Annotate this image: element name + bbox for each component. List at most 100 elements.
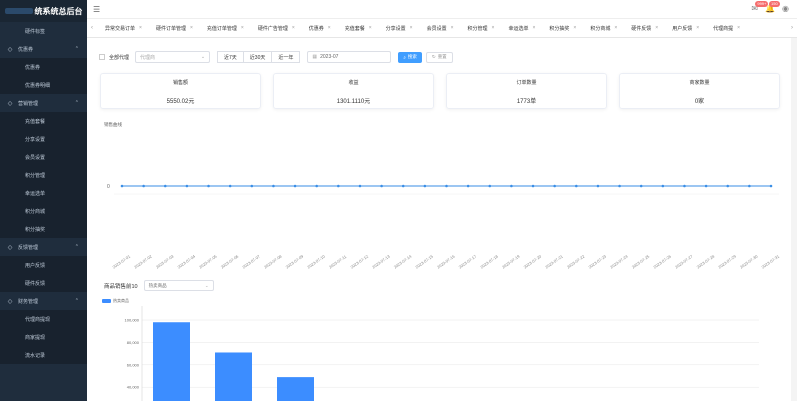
data-point[interactable] [120,184,124,188]
tab[interactable]: 充值套餐 × [337,19,378,37]
data-point[interactable] [488,184,492,188]
close-icon[interactable]: × [139,25,142,31]
close-icon[interactable]: × [410,25,413,31]
data-point[interactable] [704,184,708,188]
tab[interactable]: 用户反馈 × [664,19,705,37]
data-point[interactable] [142,184,145,188]
data-point[interactable] [423,184,427,188]
data-point[interactable] [185,184,189,188]
tab-scroll-right-icon[interactable]: › [787,25,797,31]
range-30-button[interactable]: 近30天 [243,51,273,63]
close-icon[interactable]: × [614,25,617,31]
sidebar-item[interactable]: 硬件反馈 [0,274,87,292]
close-icon[interactable]: × [573,25,576,31]
tab[interactable]: 优惠券 × [301,19,337,37]
data-point[interactable] [596,184,600,188]
data-point[interactable] [358,184,362,188]
tab[interactable]: 硬件反馈 × [623,19,664,37]
sidebar-item[interactable]: 积分抽奖 [0,220,87,238]
bar[interactable] [215,352,252,401]
sidebar-group[interactable]: ◇ 营销管理 ⌃ [0,94,87,112]
tab[interactable]: 硬件广告管理 × [250,19,301,37]
tab[interactable]: 分享设置 × [378,19,419,37]
sidebar-item[interactable]: 积分商城 [0,202,87,220]
sidebar-item[interactable]: 优惠券 [0,58,87,76]
hamburger-icon[interactable]: ☰ [93,5,100,14]
data-point[interactable] [272,184,275,188]
page-scrollbar[interactable] [791,38,797,401]
tab[interactable]: 异常交易订单 × [97,19,148,37]
data-point[interactable] [661,184,665,188]
close-icon[interactable]: × [492,25,495,31]
sidebar-item[interactable]: 用户反馈 [0,256,87,274]
close-icon[interactable]: × [369,25,372,31]
data-point[interactable] [207,184,210,188]
data-point[interactable] [228,184,232,188]
search-button[interactable]: ⌕ 搜索 [398,51,422,63]
bar[interactable] [277,377,314,401]
close-icon[interactable]: × [696,25,699,31]
data-point[interactable] [337,184,340,188]
sidebar-group[interactable]: ◇ 财务管理 ⌃ [0,292,87,310]
data-point[interactable] [531,184,535,188]
data-point[interactable] [510,184,513,188]
reset-button[interactable]: ↻ 重置 [425,51,453,63]
tab[interactable]: 充值订单管理 × [199,19,250,37]
data-point[interactable] [748,184,751,188]
message-icon[interactable]: ✉ 999+ [751,1,769,13]
sidebar-item[interactable]: 幸运选单 [0,184,87,202]
all-agents-checkbox[interactable] [99,54,105,60]
range-7-button[interactable]: 近7天 [217,51,244,63]
tab[interactable]: 会员设置 × [419,19,460,37]
month-picker[interactable]: ▦ 2023-07 [307,51,392,63]
tab[interactable]: 积分商城 × [582,19,623,37]
tab[interactable]: 代理商提 × [705,19,746,37]
tab[interactable]: 幸运选单 × [500,19,541,37]
close-icon[interactable]: × [655,25,658,31]
agent-select[interactable]: 代理商 ⌄ [135,51,211,63]
data-point[interactable] [618,184,621,188]
data-point[interactable] [401,184,405,188]
data-point[interactable] [445,184,448,188]
close-icon[interactable]: × [532,25,535,31]
close-icon[interactable]: × [190,25,193,31]
data-point[interactable] [466,184,470,188]
sidebar-item[interactable]: 分享设置 [0,130,87,148]
avatar-icon[interactable]: ◉ [782,4,789,13]
bar[interactable] [153,322,190,401]
sidebar-item[interactable]: 积分管理 [0,166,87,184]
sidebar-item[interactable]: 充值套餐 [0,112,87,130]
close-icon[interactable]: × [451,25,454,31]
sidebar-group[interactable]: ◇ 反馈管理 ⌃ [0,238,87,256]
sidebar-item[interactable]: 商家提现 [0,328,87,346]
data-point[interactable] [315,184,318,188]
close-icon[interactable]: × [328,25,331,31]
tab[interactable]: 硬件订单管理 × [148,19,199,37]
sidebar-item[interactable]: 硬件标签 [0,22,87,40]
sidebar-item[interactable]: 优惠券明细 [0,76,87,94]
close-icon[interactable]: × [241,25,244,31]
bar-chart-select[interactable]: 热卖商品 ⌄ [143,280,214,291]
range-year-button[interactable]: 近一年 [272,51,301,63]
data-point[interactable] [293,184,297,188]
data-point[interactable] [163,184,167,188]
data-point[interactable] [553,184,556,188]
tab-scroll-left-icon[interactable]: ‹ [87,25,97,31]
bar-legend[interactable]: 热卖商品 [102,298,129,304]
sidebar-item[interactable]: 流水记录 [0,346,87,364]
data-point[interactable] [250,184,254,188]
close-icon[interactable]: × [737,25,740,31]
data-point[interactable] [769,184,773,188]
close-icon[interactable]: × [292,25,295,31]
sidebar-item[interactable]: 代理商提现 [0,310,87,328]
data-point[interactable] [380,184,383,188]
data-point[interactable] [639,184,643,188]
sidebar-item[interactable]: 会员设置 [0,148,87,166]
bell-icon[interactable]: 🔔 150 [765,1,780,13]
tab[interactable]: 积分管理 × [460,19,501,37]
data-point[interactable] [683,184,686,188]
data-point[interactable] [575,184,578,188]
tab[interactable]: 积分抽奖 × [541,19,582,37]
sidebar-group[interactable]: ◇ 优惠券 ⌃ [0,40,87,58]
data-point[interactable] [726,184,730,188]
